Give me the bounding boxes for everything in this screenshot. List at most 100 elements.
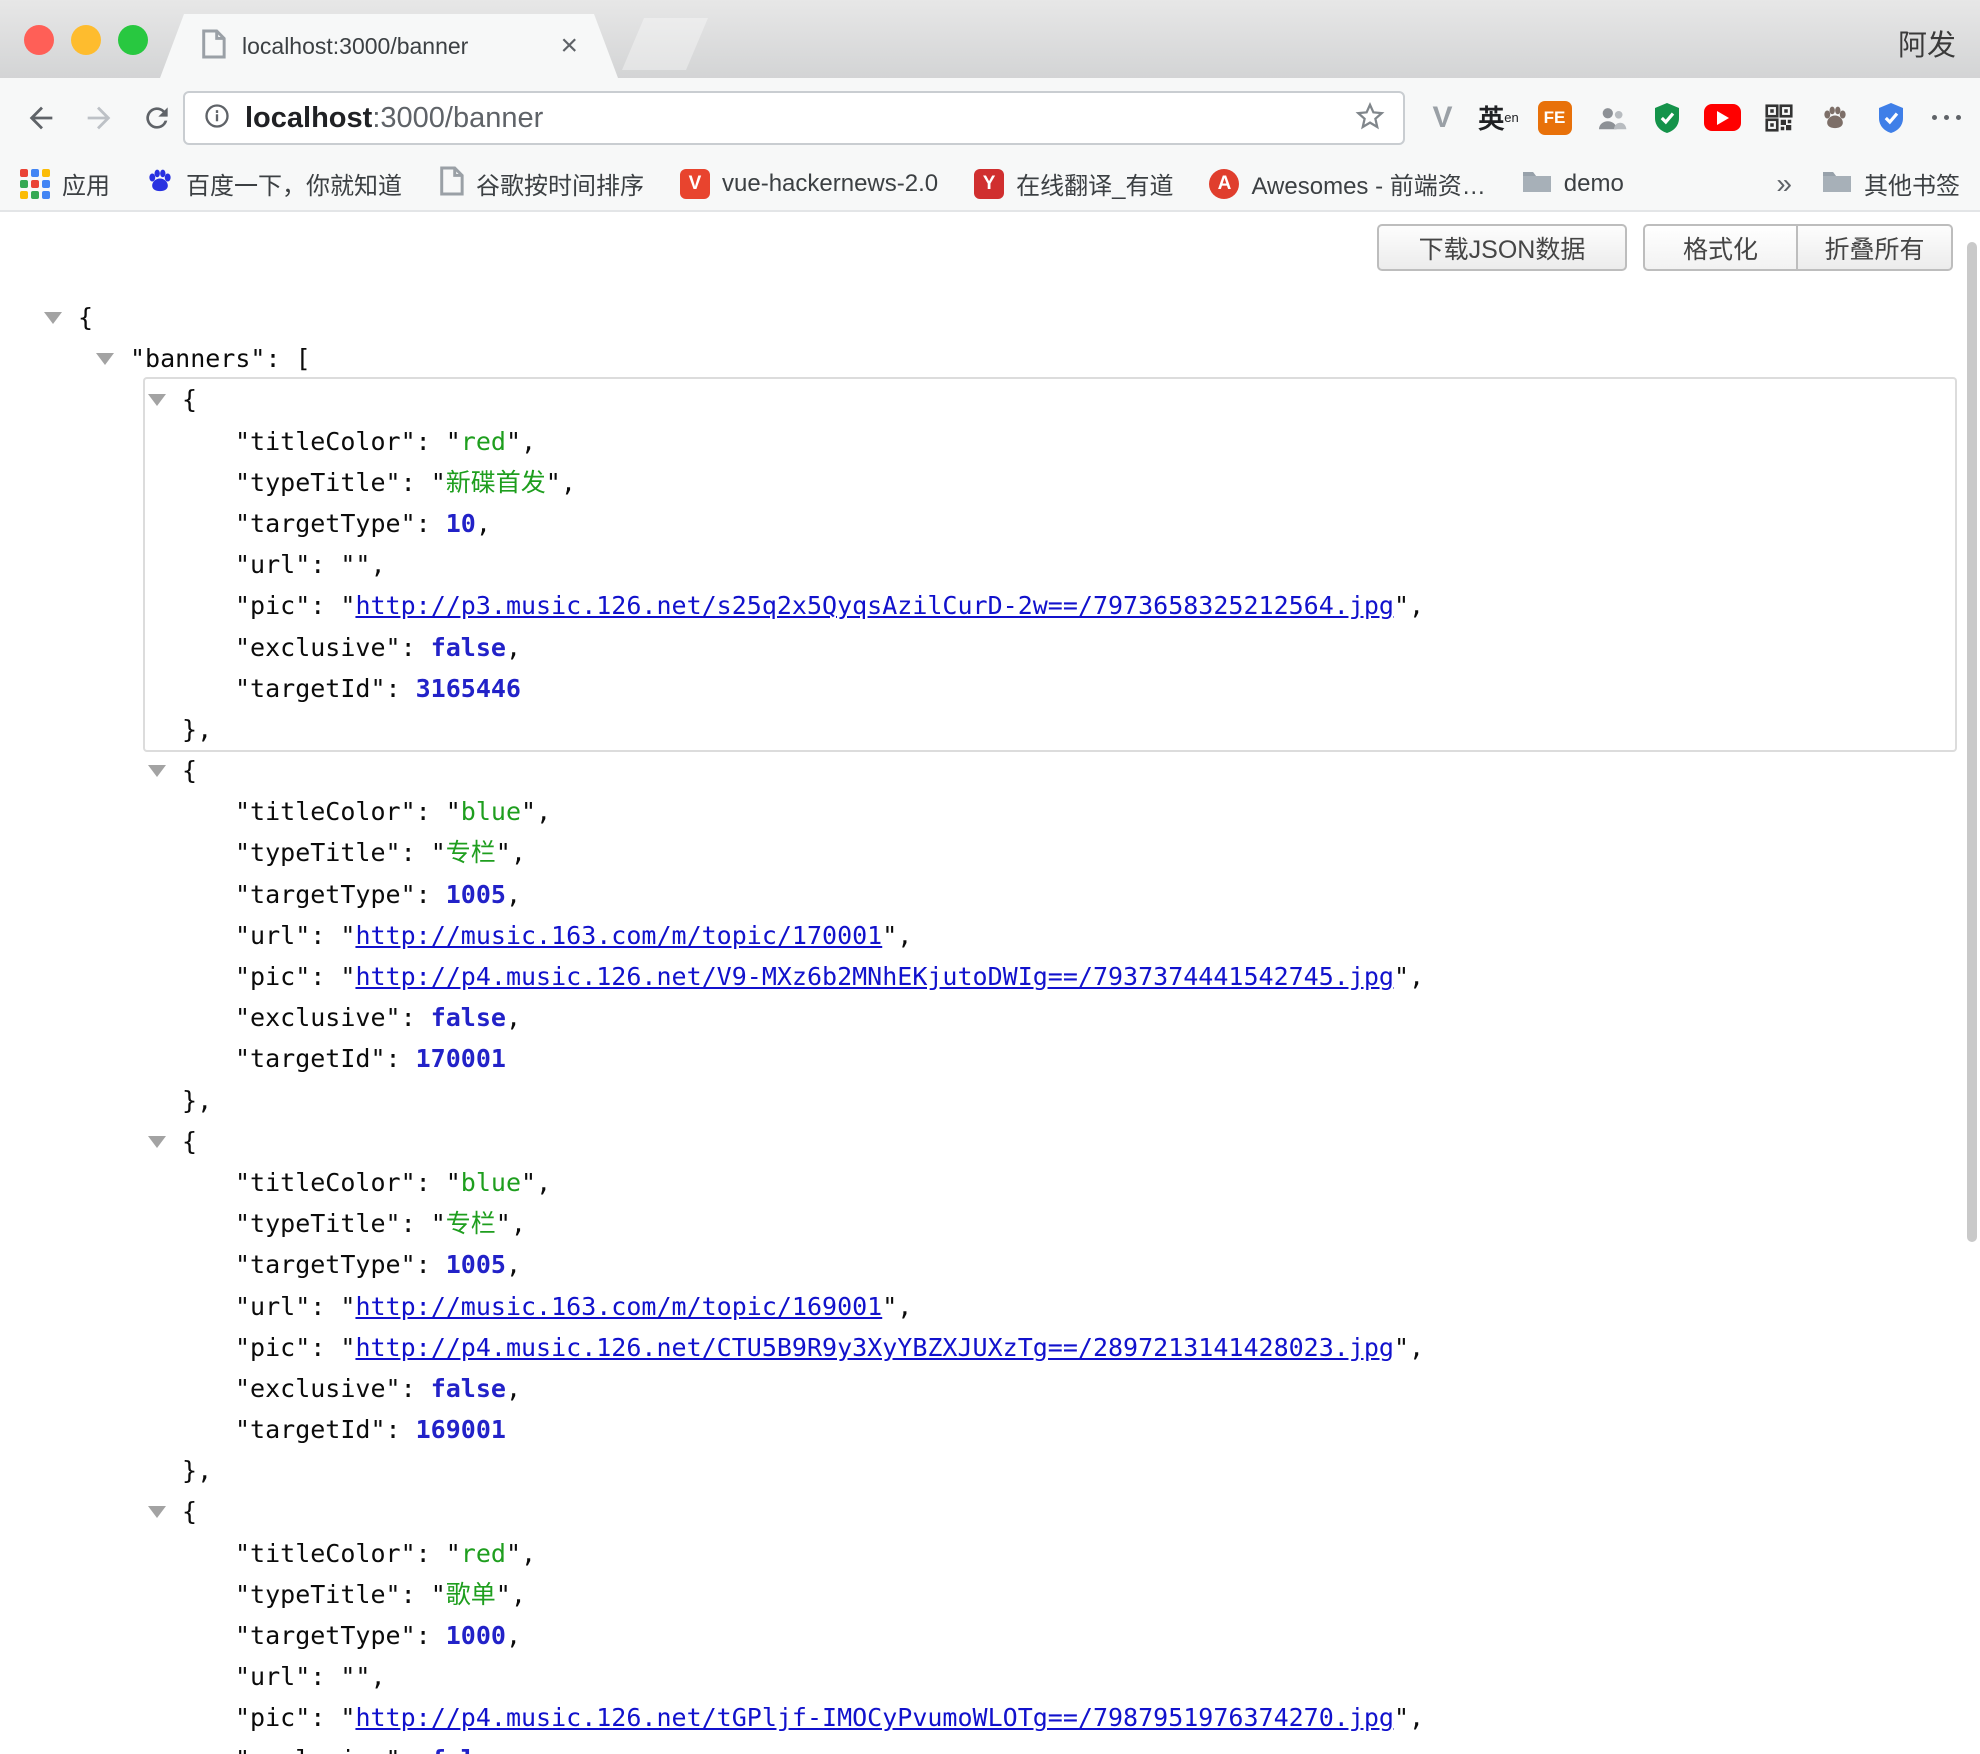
json-token: , — [506, 880, 521, 909]
json-line: { — [182, 379, 1955, 420]
json-token: "typeTitle" — [235, 838, 401, 867]
browser-tab[interactable]: localhost:3000/banner × — [160, 14, 618, 78]
reload-button[interactable] — [138, 99, 176, 137]
json-url-link[interactable]: http://p4.music.126.net/V9-MXz6b2MNhEKju… — [355, 962, 1394, 991]
bookmark-star-icon[interactable] — [1355, 101, 1385, 136]
json-token: , — [476, 509, 491, 538]
baidu-paw-icon — [146, 167, 174, 200]
download-json-button[interactable]: 下载JSON数据 — [1377, 224, 1627, 271]
bookmark-label: 在线翻译_有道 — [1016, 166, 1173, 201]
green-shield-extension-icon[interactable] — [1648, 98, 1685, 138]
json-line: "targetId": 170001 — [235, 1038, 1955, 1079]
tab-title: localhost:3000/banner — [242, 33, 544, 60]
collapse-triangle-icon[interactable] — [96, 353, 114, 365]
paw-extension-icon[interactable] — [1816, 98, 1853, 138]
json-token: blue — [461, 797, 521, 826]
collapse-triangle-icon[interactable] — [148, 765, 166, 777]
json-line: "targetType": 1005, — [235, 874, 1955, 915]
json-object: {"titleColor": "blue","typeTitle": "专栏",… — [145, 750, 1955, 1121]
json-line: "pic": "http://p4.music.126.net/tGPljf-I… — [235, 1697, 1955, 1738]
json-token: : — [416, 1621, 446, 1650]
json-token: : — [401, 1745, 431, 1754]
page-icon — [438, 166, 464, 201]
json-line: "pic": "http://p3.music.126.net/s25q2x5Q… — [235, 585, 1955, 626]
json-token: , — [197, 715, 212, 744]
json-token: false — [431, 633, 506, 662]
new-tab-button[interactable] — [622, 18, 708, 70]
json-object: {"titleColor": "red","typeTitle": "歌单","… — [145, 1491, 1955, 1754]
youtube-extension-icon[interactable] — [1704, 98, 1741, 138]
bookmark-label: Awesomes - 前端资… — [1251, 166, 1485, 201]
forward-button[interactable] — [80, 99, 118, 137]
json-token: , — [511, 1580, 526, 1609]
json-token: "url" — [235, 1292, 310, 1321]
back-button[interactable] — [22, 99, 60, 137]
bookmark-item[interactable]: 应用 — [20, 166, 110, 201]
window-zoom-button[interactable] — [118, 25, 148, 55]
qrcode-extension-icon[interactable] — [1760, 98, 1797, 138]
collapse-triangle-icon[interactable] — [44, 312, 62, 324]
json-url-link[interactable]: http://p4.music.126.net/CTU5B9R9y3XyYBZX… — [355, 1333, 1394, 1362]
json-token: : — [416, 509, 446, 538]
format-button[interactable]: 格式化 — [1643, 224, 1798, 271]
bookmark-item[interactable]: Y在线翻译_有道 — [974, 166, 1173, 201]
json-token: "titleColor" — [235, 1539, 416, 1568]
collapse-triangle-icon[interactable] — [148, 394, 166, 406]
json-url-link[interactable]: http://music.163.com/m/topic/169001 — [355, 1292, 882, 1321]
bookmarks-overflow-chevron[interactable]: » — [1776, 168, 1792, 200]
json-token: false — [431, 1003, 506, 1032]
window-minimize-button[interactable] — [71, 25, 101, 55]
tab-close-icon[interactable]: × — [560, 31, 578, 61]
translate-extension-icon[interactable]: 英en — [1480, 98, 1517, 138]
collapse-all-button[interactable]: 折叠所有 — [1798, 224, 1953, 271]
bookmark-label: vue-hackernews-2.0 — [722, 170, 938, 198]
json-token: "targetType" — [235, 1621, 416, 1650]
json-token: : — [416, 1250, 446, 1279]
v-extension-icon[interactable]: V — [1424, 98, 1461, 138]
url-text[interactable]: localhost:3000/banner — [245, 102, 543, 135]
page-info-icon[interactable] — [203, 102, 231, 135]
json-line: "pic": "http://p4.music.126.net/CTU5B9R9… — [235, 1327, 1955, 1368]
blue-shield-extension-icon[interactable] — [1872, 98, 1909, 138]
json-line: { — [182, 1491, 1955, 1532]
fe-extension-icon[interactable]: FE — [1536, 98, 1573, 138]
scrollbar-thumb[interactable] — [1967, 242, 1977, 1242]
json-token: " — [340, 921, 355, 950]
json-line: "pic": "http://p4.music.126.net/V9-MXz6b… — [235, 956, 1955, 997]
json-token: , — [506, 1621, 521, 1650]
window-close-button[interactable] — [24, 25, 54, 55]
json-token: "targetId" — [235, 1044, 386, 1073]
json-token: , — [1409, 591, 1424, 620]
bookmark-item[interactable]: Vvue-hackernews-2.0 — [680, 169, 938, 199]
json-token: : — [416, 880, 446, 909]
bookmark-item[interactable]: 谷歌按时间排序 — [438, 166, 644, 201]
menu-kebab-icon[interactable] — [1928, 98, 1965, 138]
json-token: , — [1409, 962, 1424, 991]
json-token: red — [461, 1539, 506, 1568]
bookmark-item[interactable]: demo — [1522, 168, 1624, 199]
address-bar[interactable]: localhost:3000/banner — [183, 91, 1405, 145]
json-token: "url" — [235, 550, 310, 579]
collapse-triangle-icon[interactable] — [148, 1506, 166, 1518]
bookmark-item[interactable]: AAwesomes - 前端资… — [1209, 166, 1485, 201]
json-token: " — [431, 838, 446, 867]
json-url-link[interactable]: http://p3.music.126.net/s25q2x5QyqsAzilC… — [355, 591, 1394, 620]
json-token: { — [182, 756, 197, 785]
collapse-triangle-icon[interactable] — [148, 1136, 166, 1148]
json-url-link[interactable]: http://p4.music.126.net/tGPljf-IMOCyPvum… — [355, 1703, 1394, 1732]
json-line: "url": "", — [235, 1656, 1955, 1697]
json-line: "titleColor": "red", — [235, 1533, 1955, 1574]
json-line: "url": "", — [235, 544, 1955, 585]
bookmark-item[interactable]: 百度一下，你就知道 — [146, 166, 402, 201]
folder-icon — [1522, 168, 1552, 199]
json-token: : — [401, 1003, 431, 1032]
json-token: : — [416, 797, 446, 826]
users-extension-icon[interactable] — [1592, 98, 1629, 138]
bookmark-label: 百度一下，你就知道 — [186, 166, 402, 201]
profile-name[interactable]: 阿发 — [1898, 22, 1956, 64]
json-token: " — [1394, 591, 1409, 620]
json-url-link[interactable]: http://music.163.com/m/topic/170001 — [355, 921, 882, 950]
other-bookmarks-folder[interactable]: 其他书签 — [1822, 166, 1960, 201]
json-token: " — [1394, 962, 1409, 991]
json-token: , — [506, 1003, 521, 1032]
